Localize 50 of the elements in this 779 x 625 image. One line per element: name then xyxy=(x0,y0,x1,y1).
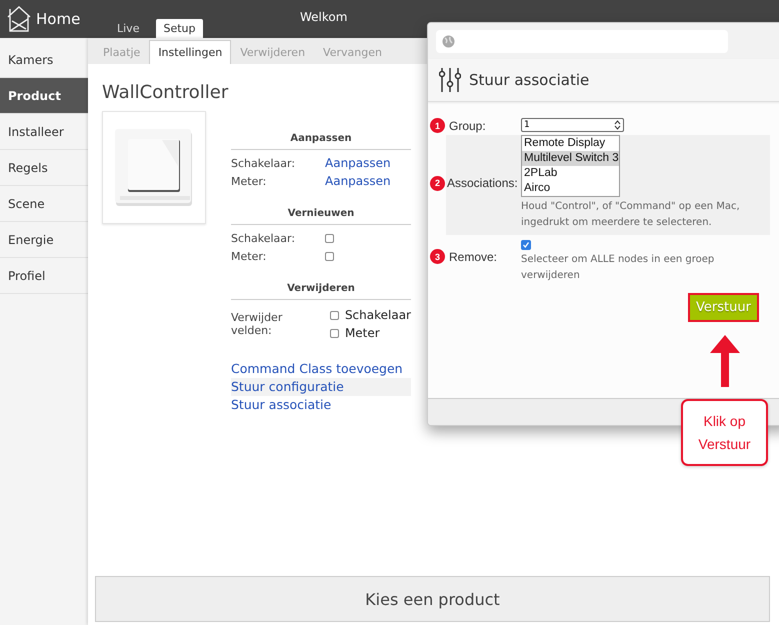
callout-note: Klik op Verstuur xyxy=(681,399,768,466)
spinner-icon[interactable] xyxy=(614,120,621,130)
hint-text: Selecteer om ALLE nodes in een groep verwijderen xyxy=(521,253,716,283)
sidebar-item[interactable]: Product xyxy=(0,78,88,114)
house-icon[interactable] xyxy=(6,5,32,33)
hint-text: Houd "Control", of "Command" op een Mac, ingedrukt om meerdere te selecteren. xyxy=(521,200,741,230)
field-label: Schakelaar: xyxy=(231,156,296,170)
associations-listbox[interactable]: Remote Display Multilevel Switch 3 2PLab Airco xyxy=(521,135,620,197)
list-option[interactable]: Airco xyxy=(522,181,619,196)
field-label: Meter: xyxy=(231,250,268,262)
section-heading: Aanpassen xyxy=(231,133,411,150)
dialog-title: Stuur associatie xyxy=(469,71,590,89)
checkbox[interactable] xyxy=(325,234,334,242)
step-badge: 2 xyxy=(430,176,445,190)
edit-link[interactable]: Aanpassen xyxy=(325,156,391,170)
home-link[interactable]: Home xyxy=(36,10,80,28)
field-label: Verwijder velden: xyxy=(231,311,284,337)
product-title: WallController xyxy=(102,82,230,103)
section-heading: Verwijderen xyxy=(231,283,411,300)
list-option[interactable]: 2PLab xyxy=(522,166,619,181)
list-option[interactable]: Remote Display xyxy=(522,136,619,151)
mode-tab[interactable]: Live xyxy=(110,19,146,38)
address-field[interactable] xyxy=(436,30,728,52)
remove-checkbox[interactable] xyxy=(521,240,531,250)
action-link[interactable]: Command Class toevoegen xyxy=(231,360,411,378)
globe-icon xyxy=(442,34,455,48)
arrow-icon xyxy=(710,335,740,387)
field-label: Meter: xyxy=(231,174,268,188)
welcome-text: Welkom xyxy=(300,10,348,24)
choose-product-bar[interactable]: Kies een product xyxy=(95,576,770,622)
checkbox[interactable] xyxy=(325,252,334,260)
field-label: Associations: xyxy=(447,176,518,190)
group-field[interactable]: 1 xyxy=(521,118,624,132)
action-link[interactable]: Stuur associatie xyxy=(231,396,411,414)
sub-tab[interactable]: Instellingen xyxy=(149,40,232,64)
step-badge: 1 xyxy=(430,118,445,133)
action-link[interactable]: Stuur configuratie xyxy=(231,378,411,396)
checkbox[interactable] xyxy=(330,310,339,320)
sliders-icon xyxy=(439,67,461,93)
section-heading: Vernieuwen xyxy=(231,208,411,225)
option-label: Meter xyxy=(344,326,380,340)
field-label: Remove: xyxy=(449,250,498,264)
mode-tab[interactable]: Setup xyxy=(156,19,202,38)
edit-link[interactable]: Aanpassen xyxy=(325,174,391,188)
option-label: Schakelaar xyxy=(344,308,411,322)
checkbox[interactable] xyxy=(330,328,339,338)
step-badge: 3 xyxy=(430,249,445,264)
field-label: Group: xyxy=(449,118,486,132)
field-label: Schakelaar: xyxy=(231,232,296,244)
list-option[interactable]: Multilevel Switch 3 xyxy=(522,151,619,166)
